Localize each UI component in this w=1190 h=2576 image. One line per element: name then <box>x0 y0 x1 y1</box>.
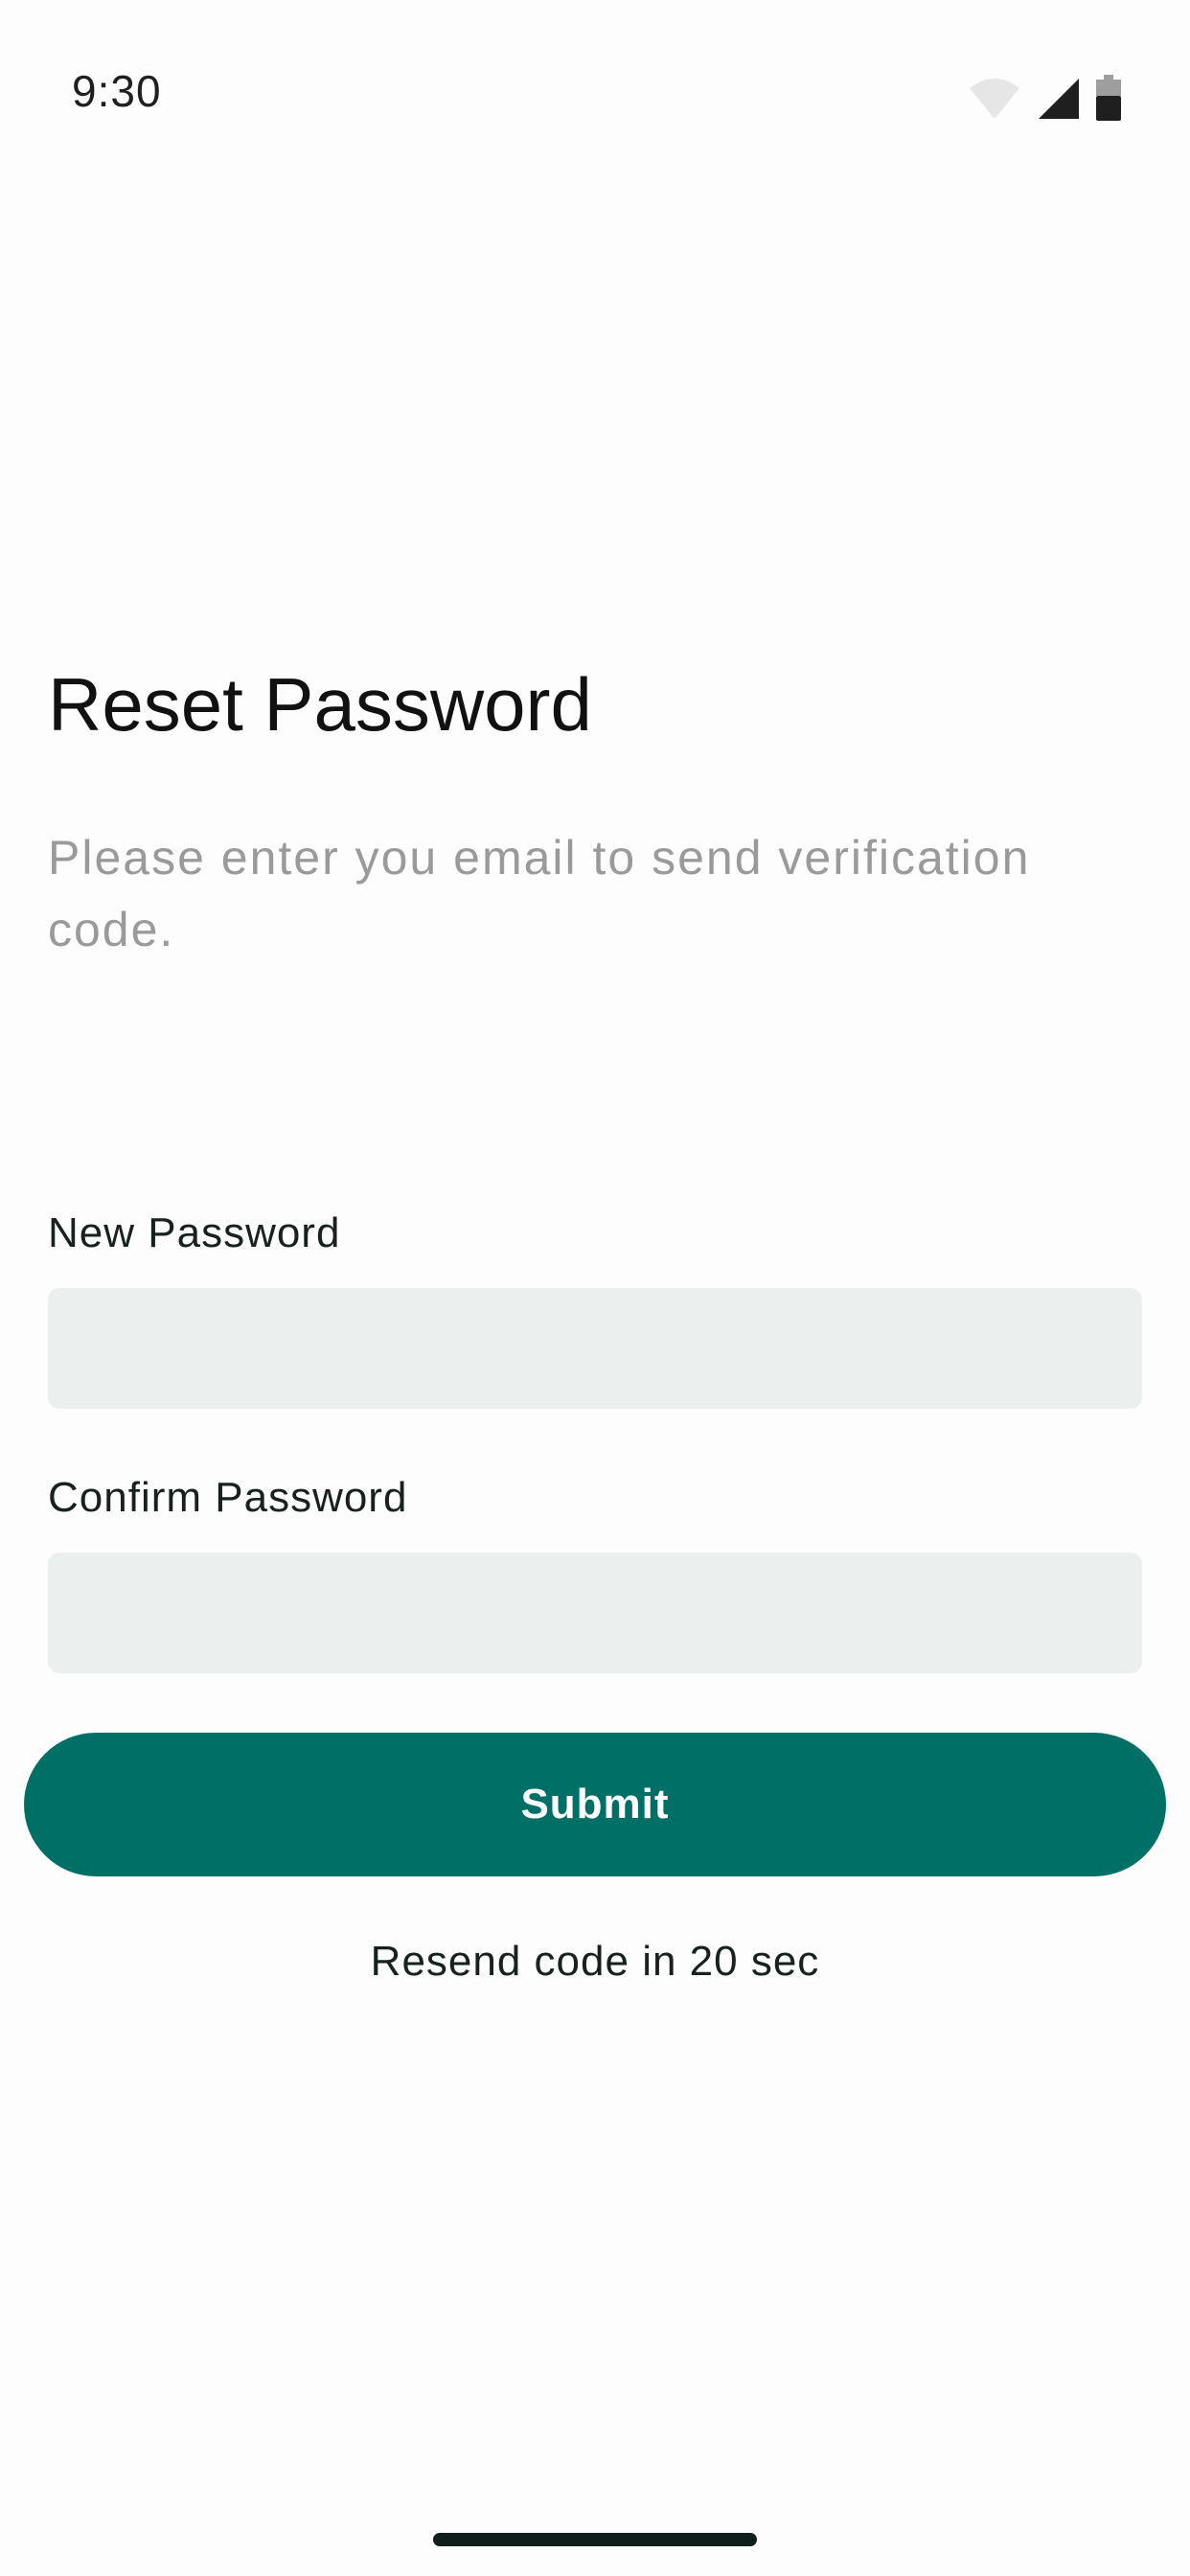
cellular-signal-icon <box>1037 77 1081 126</box>
submit-button[interactable]: Submit <box>24 1733 1166 1876</box>
wifi-icon <box>968 77 1021 126</box>
page-subtitle: Please enter you email to send verificat… <box>48 831 1031 956</box>
new-password-field[interactable] <box>48 1288 1142 1409</box>
confirm-password-label: Confirm Password <box>48 1474 408 1521</box>
new-password-label: New Password <box>48 1209 341 1256</box>
status-time: 9:30 <box>72 66 162 116</box>
status-bar: 9:30 <box>0 0 1190 192</box>
battery-icon <box>1096 75 1121 126</box>
reset-password-screen: 9:30 Reset Password Please enter you ema… <box>0 0 1190 2576</box>
home-indicator[interactable] <box>433 2533 757 2546</box>
page-title: Reset Password <box>48 662 592 747</box>
status-icons <box>968 75 1121 126</box>
confirm-password-field[interactable] <box>48 1552 1142 1673</box>
resend-code-countdown: Resend code in 20 sec <box>370 1938 820 1985</box>
